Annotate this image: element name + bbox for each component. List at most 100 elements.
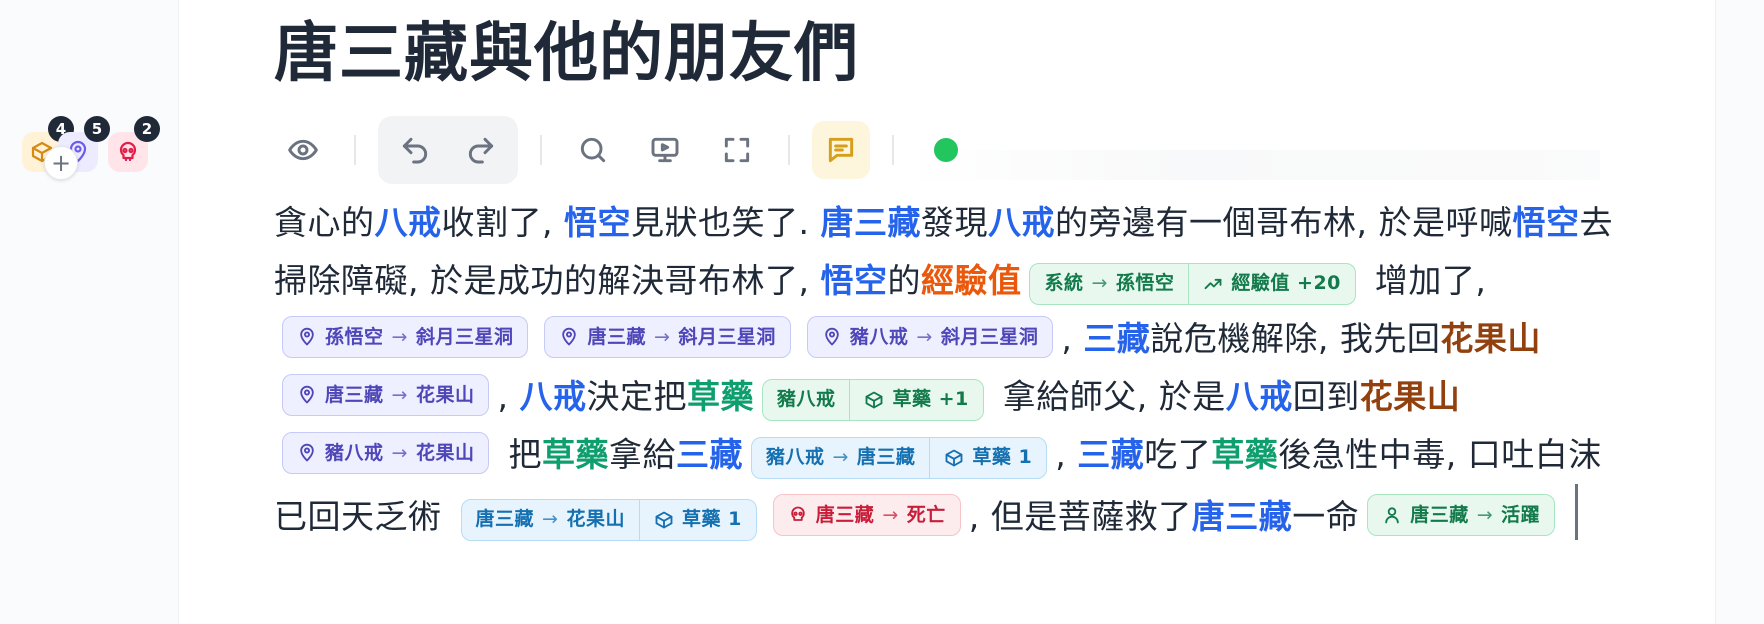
pill-item: 草藥 1 xyxy=(681,508,742,530)
pill-target: 孫悟空 xyxy=(1115,272,1175,294)
history-group xyxy=(378,116,518,184)
text: 的 xyxy=(887,261,921,300)
death-pill[interactable]: 唐三藏 → 死亡 xyxy=(772,494,961,536)
item-transfer-pill[interactable]: 豬八戒 → 唐三藏 草藥 1 xyxy=(750,436,1048,479)
map-pin-icon xyxy=(562,327,577,346)
text: , 但是菩薩救了 xyxy=(968,497,1192,536)
pill-item: 草藥 1 xyxy=(972,446,1033,468)
pill-state: 死亡 xyxy=(906,503,946,526)
box-icon xyxy=(655,511,673,528)
item-gain-pill[interactable]: 豬八戒 草藥 +1 xyxy=(761,378,984,421)
move-pill[interactable]: 唐三藏 → 花果山 xyxy=(282,374,490,416)
move-pill[interactable]: 孫悟空 → 斜月三星洞 xyxy=(282,316,529,358)
pill-target: 花果山 xyxy=(415,441,475,464)
text: , xyxy=(1061,319,1084,358)
pill-source: 唐三藏 xyxy=(475,508,535,530)
pill-source: 唐三藏 xyxy=(587,325,646,348)
toolbar-divider xyxy=(354,135,356,165)
box-icon xyxy=(945,449,963,466)
text: 見狀也笑了. xyxy=(630,203,821,242)
text: 收割了, xyxy=(441,203,564,242)
character-link[interactable]: 悟空 xyxy=(820,261,887,300)
present-icon xyxy=(651,137,679,163)
preview-button[interactable] xyxy=(274,121,332,179)
text: 拿給 xyxy=(608,435,676,474)
status-indicator xyxy=(934,138,958,162)
pill-target: 斜月三星洞 xyxy=(940,325,1039,348)
text: 貪心的 xyxy=(274,203,375,242)
death-count-badge: 2 xyxy=(134,116,160,142)
pill-source: 豬八戒 xyxy=(776,388,836,410)
place-link[interactable]: 花果山 xyxy=(1360,377,1461,416)
text: 回到 xyxy=(1292,377,1360,416)
character-link[interactable]: 唐三藏 xyxy=(1192,497,1293,536)
eye-icon xyxy=(288,139,318,161)
move-pill[interactable]: 唐三藏 → 斜月三星洞 xyxy=(544,316,791,358)
pill-source: 唐三藏 xyxy=(815,503,875,526)
arrow-right-icon: → xyxy=(391,441,408,464)
arrow-right-icon: → xyxy=(916,325,933,348)
item-transfer-pill[interactable]: 唐三藏 → 花果山 草藥 1 xyxy=(460,498,757,541)
pill-target: 花果山 xyxy=(415,383,475,406)
story-text[interactable]: 貪心的八戒收割了, 悟空見狀也笑了. 唐三藏發現八戒的旁邊有一個哥布林, 於是呼… xyxy=(274,194,1618,546)
text: 說危機解除, 我先回 xyxy=(1150,319,1441,358)
death-counter[interactable]: 2 xyxy=(108,116,160,172)
redo-button[interactable] xyxy=(452,121,510,179)
character-link[interactable]: 三藏 xyxy=(1083,319,1150,358)
character-link[interactable]: 八戒 xyxy=(1226,377,1293,416)
item-link[interactable]: 草藥 xyxy=(687,377,754,416)
move-pill[interactable]: 豬八戒 → 花果山 xyxy=(282,432,490,474)
search-icon xyxy=(580,137,606,163)
character-link[interactable]: 八戒 xyxy=(988,203,1055,242)
redo-icon xyxy=(468,137,494,164)
undo-button[interactable] xyxy=(386,121,444,179)
text: 吃了 xyxy=(1144,435,1212,474)
editor-toolbar xyxy=(274,116,1604,184)
map-pin-icon xyxy=(300,327,314,346)
undo-icon xyxy=(402,137,428,164)
toolbar-divider xyxy=(788,135,790,165)
arrow-right-icon: → xyxy=(391,383,408,406)
item-link[interactable]: 草藥 xyxy=(542,435,609,474)
text: 發現 xyxy=(920,203,988,242)
text: 拿給師父, 於是 xyxy=(991,377,1226,416)
text: , xyxy=(497,377,520,416)
map-pin-icon xyxy=(300,443,314,462)
character-link[interactable]: 八戒 xyxy=(375,203,442,242)
place-link[interactable]: 花果山 xyxy=(1440,319,1541,358)
move-pill[interactable]: 豬八戒 → 斜月三星洞 xyxy=(806,316,1054,358)
user-icon xyxy=(1385,507,1399,524)
map-pin-icon xyxy=(300,385,314,404)
text: 一命 xyxy=(1292,497,1360,536)
comment-button[interactable] xyxy=(812,121,870,179)
character-link[interactable]: 三藏 xyxy=(1077,435,1144,474)
add-button[interactable]: + xyxy=(44,146,78,180)
trending-up-icon xyxy=(1205,278,1222,289)
pill-source: 豬八戒 xyxy=(325,441,384,464)
page-title: 唐三藏與他的朋友們 xyxy=(274,17,859,91)
text: 增加了, xyxy=(1363,261,1487,300)
character-link[interactable]: 唐三藏 xyxy=(820,203,921,242)
arrow-right-icon: → xyxy=(882,503,899,526)
fullscreen-button[interactable] xyxy=(708,121,766,179)
toolbar-divider xyxy=(540,135,542,165)
character-link[interactable]: 悟空 xyxy=(1512,203,1579,242)
arrow-right-icon: → xyxy=(1476,503,1494,526)
item-link[interactable]: 草藥 xyxy=(1211,435,1278,474)
search-button[interactable] xyxy=(564,121,622,179)
sidebar-counters: 4 5 2 xyxy=(22,116,160,172)
character-link[interactable]: 悟空 xyxy=(564,203,631,242)
arrow-right-icon: → xyxy=(391,325,408,348)
pill-source: 豬八戒 xyxy=(849,325,909,348)
box-icon xyxy=(866,391,883,408)
stat-change-pill[interactable]: 系統 → 孫悟空 經驗值 +20 xyxy=(1029,262,1356,305)
skull-icon xyxy=(791,506,805,521)
toolbar-divider xyxy=(892,135,894,165)
character-link[interactable]: 三藏 xyxy=(676,435,743,474)
present-button[interactable] xyxy=(636,121,694,179)
comment-icon xyxy=(828,137,854,163)
status-pill[interactable]: 唐三藏 → 活躍 xyxy=(1367,494,1556,536)
character-link[interactable]: 八戒 xyxy=(519,377,586,416)
pill-source: 豬八戒 xyxy=(765,446,825,468)
stat-link[interactable]: 經驗值 xyxy=(921,261,1022,300)
